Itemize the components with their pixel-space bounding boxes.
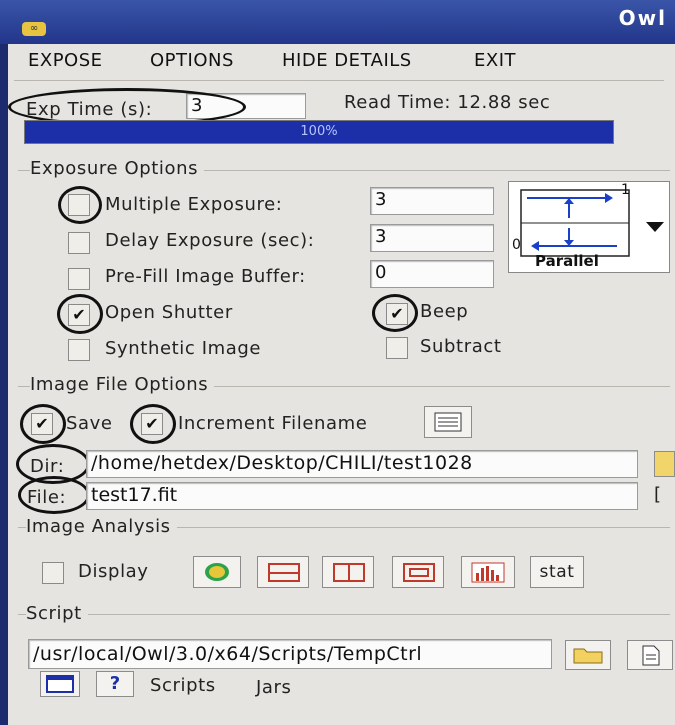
- contour-button[interactable]: [193, 556, 241, 588]
- readout-dropdown-arrow-icon[interactable]: [646, 222, 664, 232]
- prefill-label: Pre-Fill Image Buffer:: [105, 266, 306, 287]
- dir-input[interactable]: /home/hetdex/Desktop/CHILI/test1028: [86, 450, 638, 478]
- multiple-exposure-checkbox[interactable]: [68, 194, 90, 216]
- increment-filename-checkbox[interactable]: ✔: [141, 413, 163, 435]
- subtract-label: Subtract: [420, 336, 502, 357]
- jars-link[interactable]: Jars: [256, 677, 292, 698]
- column-cut-line: [348, 563, 350, 582]
- readout-mark-zero: 0: [512, 237, 521, 253]
- dir-browse-folder-icon[interactable]: [654, 451, 675, 477]
- script-document-button[interactable]: [627, 640, 673, 670]
- menu-divider: [14, 80, 664, 81]
- menu-options[interactable]: OPTIONS: [150, 50, 234, 71]
- script-section: [18, 614, 670, 615]
- histogram-icon: [471, 562, 505, 583]
- readout-mode-label: Parallel: [535, 252, 599, 270]
- display-checkbox[interactable]: [42, 562, 64, 584]
- menu-expose[interactable]: EXPOSE: [28, 50, 103, 71]
- read-time-label: Read Time: 12.88 sec: [344, 92, 551, 113]
- row-cut-line: [268, 572, 300, 574]
- beep-label: Beep: [420, 301, 469, 322]
- region-inner-box: [409, 568, 429, 577]
- open-shutter-checkbox[interactable]: ✔: [68, 304, 90, 326]
- progress-bar: 100%: [24, 120, 614, 144]
- window-title: Owl: [618, 6, 667, 30]
- open-shutter-label: Open Shutter: [105, 302, 233, 323]
- save-checkbox[interactable]: ✔: [31, 413, 53, 435]
- script-folder-button[interactable]: [565, 640, 611, 670]
- synthetic-image-checkbox[interactable]: [68, 339, 90, 361]
- delay-exposure-checkbox[interactable]: [68, 232, 90, 254]
- multiple-exposure-label: Multiple Exposure:: [105, 194, 283, 215]
- save-label: Save: [66, 413, 113, 434]
- region-button[interactable]: [392, 556, 444, 588]
- row-cut-button[interactable]: [257, 556, 309, 588]
- file-bracket: [: [654, 484, 662, 505]
- readout-mark-one: 1: [621, 182, 630, 198]
- file-input[interactable]: test17.fit: [86, 482, 638, 510]
- exp-time-input[interactable]: 3: [186, 93, 306, 119]
- histogram-button[interactable]: [461, 556, 515, 588]
- delay-exposure-input[interactable]: 3: [370, 224, 494, 252]
- subtract-checkbox[interactable]: [386, 337, 408, 359]
- script-console-button[interactable]: [40, 671, 80, 697]
- display-label: Display: [78, 561, 149, 582]
- delay-exposure-label: Delay Exposure (sec):: [105, 230, 315, 251]
- exposure-options-title: Exposure Options: [30, 158, 205, 179]
- increment-filename-label: Increment Filename: [178, 413, 368, 434]
- image-analysis-title: Image Analysis: [26, 516, 177, 537]
- image-file-options-title: Image File Options: [30, 374, 215, 395]
- contour-icon: [205, 563, 229, 581]
- menu-exit[interactable]: EXIT: [474, 50, 516, 71]
- dir-label: Dir:: [30, 456, 65, 477]
- synthetic-image-label: Synthetic Image: [105, 338, 262, 359]
- exp-time-label: Exp Time (s):: [26, 99, 153, 120]
- filename-list-button[interactable]: [424, 406, 472, 438]
- help-icon[interactable]: ?: [96, 671, 134, 697]
- script-path-input[interactable]: /usr/local/Owl/3.0/x64/Scripts/TempCtrl: [28, 639, 552, 669]
- menu-hide-details[interactable]: HIDE DETAILS: [282, 50, 412, 71]
- list-icon: [434, 412, 462, 432]
- prefill-checkbox[interactable]: [68, 268, 90, 290]
- prefill-input[interactable]: 0: [370, 260, 494, 288]
- document-icon: [642, 645, 660, 666]
- folder-icon: [573, 648, 603, 664]
- column-cut-button[interactable]: [322, 556, 374, 588]
- multiple-exposure-input[interactable]: 3: [370, 187, 494, 215]
- file-label: File:: [27, 487, 67, 508]
- beep-checkbox[interactable]: ✔: [386, 303, 408, 325]
- script-title: Script: [26, 603, 88, 624]
- progress-text: 100%: [300, 124, 338, 139]
- scripts-link[interactable]: Scripts: [150, 675, 216, 696]
- console-window-icon: [46, 675, 74, 693]
- owl-app-icon[interactable]: ∞: [22, 22, 46, 36]
- stat-button[interactable]: stat: [530, 556, 584, 588]
- title-bar: ∞ Owl: [0, 0, 675, 44]
